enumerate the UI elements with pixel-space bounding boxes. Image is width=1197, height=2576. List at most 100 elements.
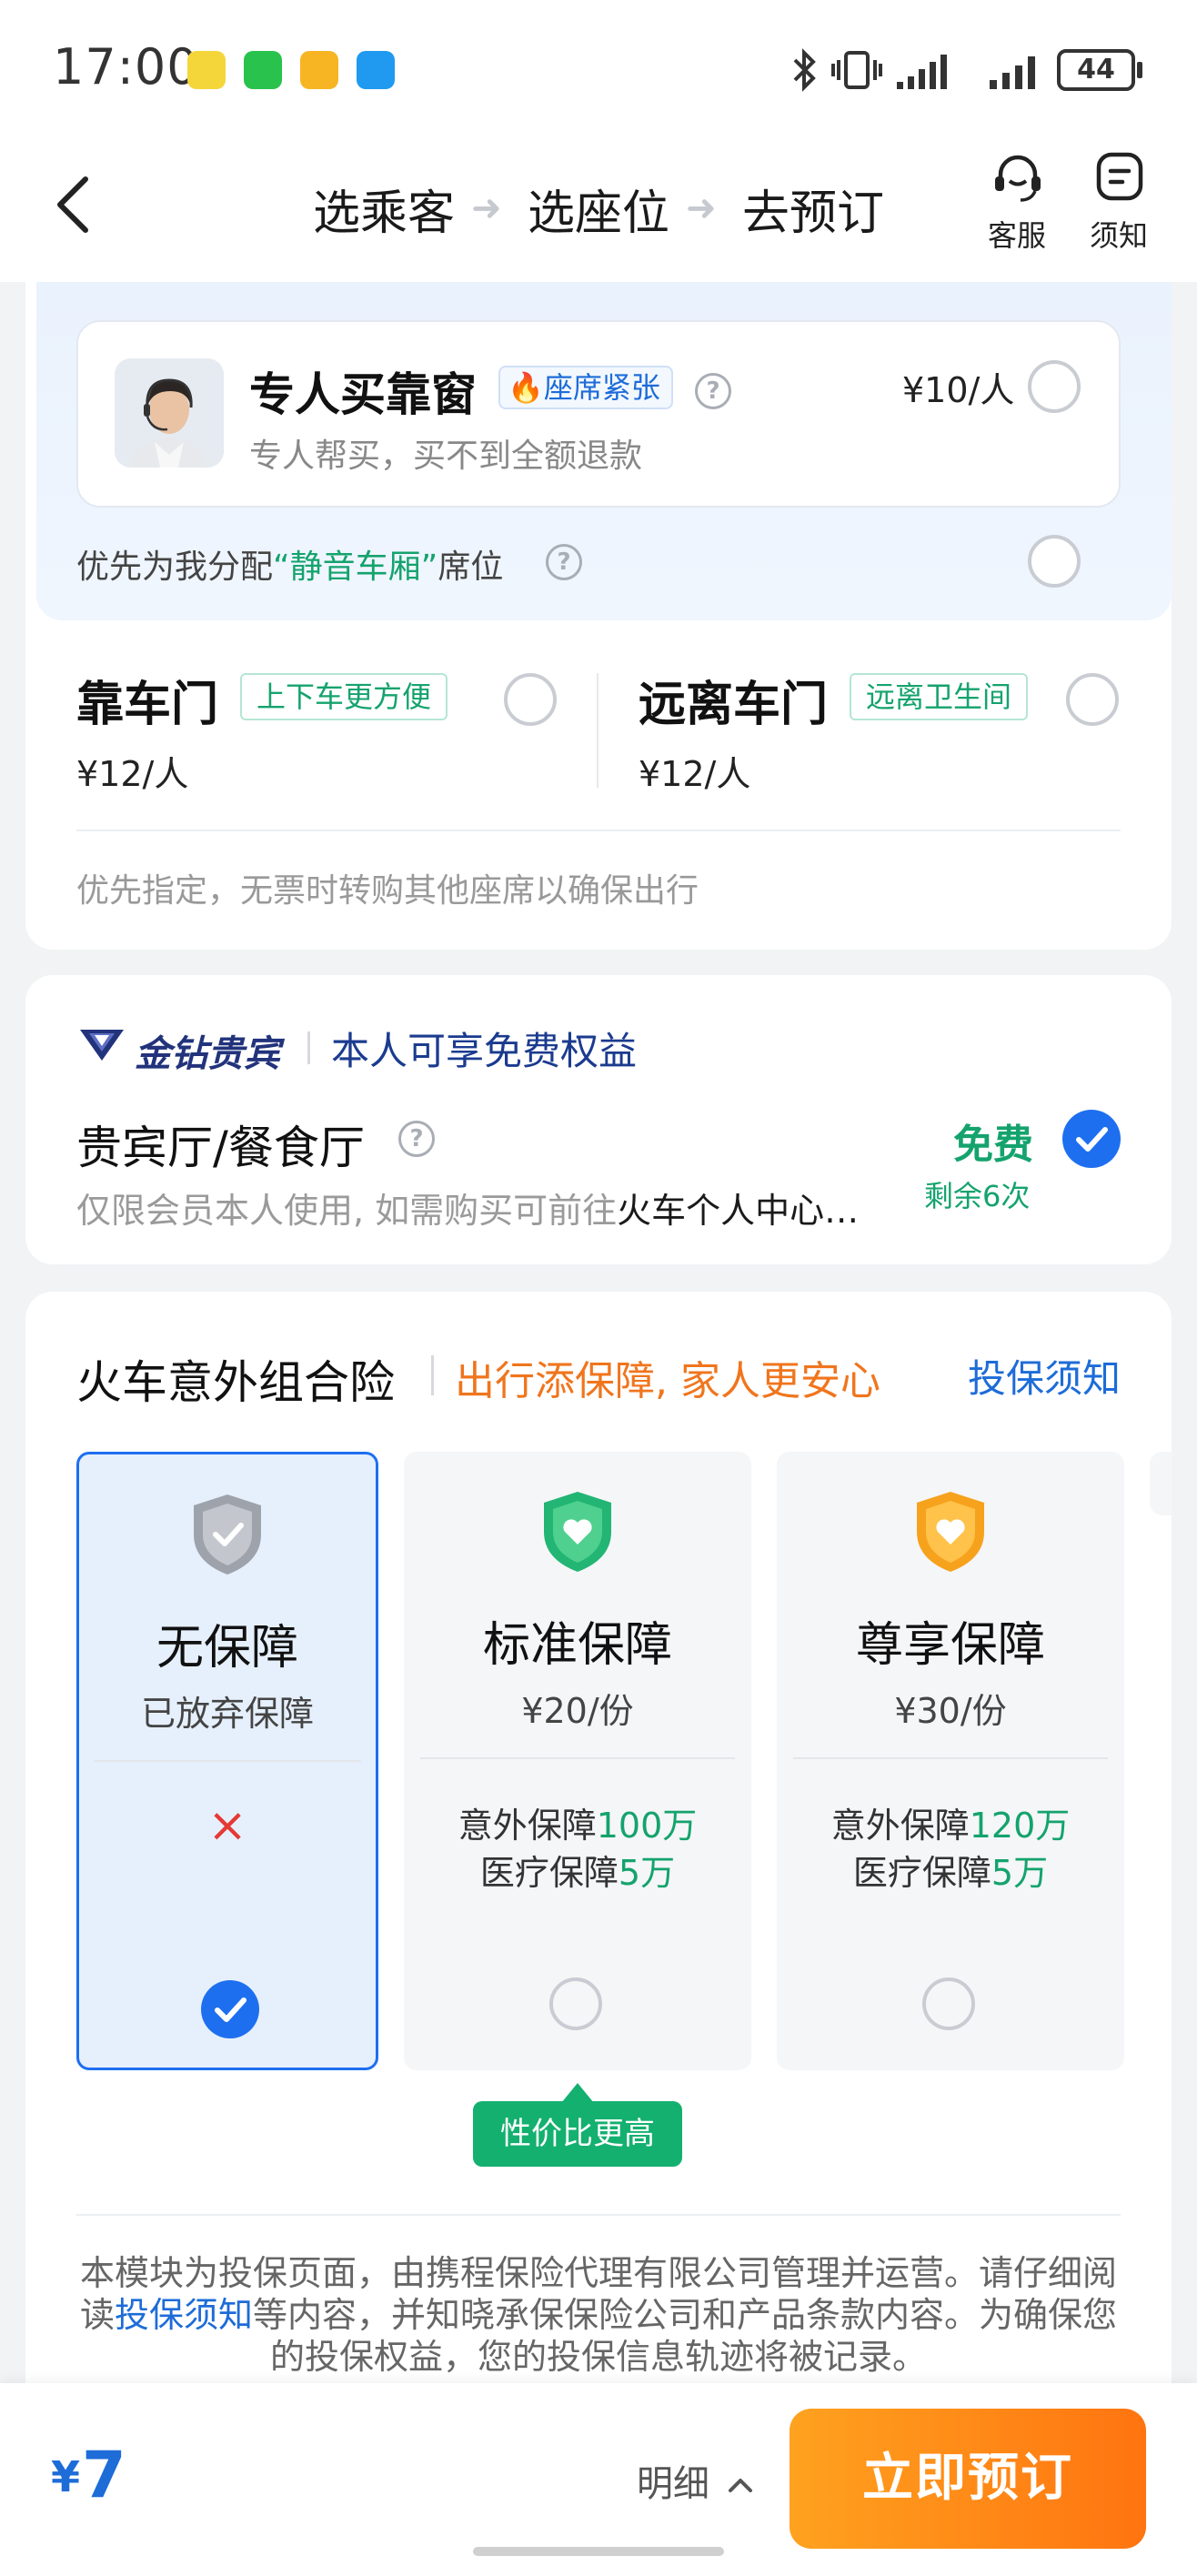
wechat-icon <box>244 51 282 89</box>
plan-none-subtitle: 已放弃保障 <box>140 1694 314 1734</box>
plan-standard-price: ¥20/份 <box>521 1691 634 1731</box>
divider <box>76 830 1121 831</box>
step-select-passenger: 选乘客 <box>313 186 456 241</box>
check-icon <box>215 1997 246 2022</box>
step-book: 去预订 <box>742 186 885 241</box>
plan-premium-name: 尊享保障 <box>855 1618 1045 1673</box>
back-arrow-icon[interactable] <box>51 168 96 241</box>
lounge-checkbox[interactable] <box>1062 1110 1121 1168</box>
help-icon[interactable]: ? <box>546 544 582 580</box>
step-arrow-icon: ➜ <box>686 187 717 229</box>
cartoon-app-icon <box>187 51 226 89</box>
battery-icon: 44 <box>1057 49 1135 91</box>
check-icon <box>1076 1127 1108 1152</box>
coverage-label: 意外保障 <box>458 1806 597 1846</box>
seat-tight-label: 座席紧张 <box>543 370 660 405</box>
far-door-tag: 远离卫生间 <box>850 673 1029 720</box>
diamond-icon <box>80 1030 124 1061</box>
mail-icon <box>300 51 338 89</box>
plan-next-peek <box>1150 1452 1172 1515</box>
plan-premium-accident-coverage: 意外保障120万 <box>777 1797 1124 1847</box>
notice-icon[interactable] <box>1095 151 1144 204</box>
battery-tip <box>1137 62 1142 78</box>
help-icon[interactable]: ? <box>398 1121 435 1157</box>
near-door-price: ¥12/人 <box>76 754 189 794</box>
coverage-label: 意外保障 <box>830 1806 970 1846</box>
book-now-button[interactable]: 立即预订 <box>790 2409 1146 2549</box>
coverage-label: 医疗保障 <box>852 1853 991 1893</box>
coverage-value: 100万 <box>596 1806 698 1846</box>
near-door-tag: 上下车更方便 <box>240 673 448 720</box>
price-detail-label: 明细 <box>637 2463 709 2505</box>
insurance-separator <box>431 1355 434 1395</box>
insurance-slogan: 出行添保障, 家人更安心 <box>455 1358 880 1404</box>
value-tag-pointer <box>561 2083 594 2103</box>
quiet-carriage-label: 优先为我分配“静音车厢”席位 <box>76 540 503 588</box>
chevron-up-icon <box>728 2479 752 2492</box>
no-coverage-icon: × <box>207 1798 247 1853</box>
lounge-subtitle: 仅限会员本人使用, 如需购买可前往火车个人中心… <box>76 1182 859 1233</box>
plan-divider <box>793 1757 1108 1759</box>
vip-brand-label: 金钻贵宾 <box>135 1033 280 1075</box>
step-select-seat: 选座位 <box>528 186 670 241</box>
best-value-tag: 性价比更高 <box>473 2101 682 2167</box>
quiet-carriage-radio[interactable] <box>1028 535 1081 588</box>
disclaimer-text: 等内容，并知晓承保保险公司和产品条款内容。为确保您的投保权益，您的投保信息轨迹将… <box>253 2295 1118 2377</box>
window-seat-agent-title: 专人买靠窗 <box>249 368 477 421</box>
coverage-label: 医疗保障 <box>479 1853 619 1893</box>
lounge-free-label: 免费 <box>953 1122 1033 1168</box>
plan-none-card[interactable]: 无保障 已放弃保障 × <box>76 1452 378 2070</box>
plan-standard-name: 标准保障 <box>482 1618 672 1673</box>
plan-standard-medical-coverage: 医疗保障5万 <box>404 1845 751 1895</box>
window-seat-agent-option[interactable] <box>76 320 1121 508</box>
window-seat-agent-radio[interactable] <box>1028 360 1081 413</box>
price-detail-button[interactable]: 明细 <box>637 2454 754 2507</box>
coverage-value: 5万 <box>991 1853 1049 1893</box>
vip-benefit-text: 本人可享免费权益 <box>331 1029 638 1073</box>
plan-standard-radio[interactable] <box>549 1977 602 2030</box>
orange-shield-icon <box>917 1492 984 1572</box>
window-seat-agent-price: ¥10/人 <box>902 370 1015 410</box>
plan-standard-accident-coverage: 意外保障100万 <box>404 1797 751 1847</box>
far-door-price: ¥12/人 <box>639 754 751 794</box>
headset-icon[interactable] <box>991 151 1044 204</box>
near-door-title: 靠车门 <box>76 678 219 732</box>
agent-avatar <box>115 358 224 468</box>
lounge-remaining: 剩余6次 <box>924 1179 1031 1213</box>
signal-icon <box>897 55 947 89</box>
quiet-carriage-prefix: 优先为我分配 <box>76 548 274 586</box>
green-shield-icon <box>544 1492 611 1572</box>
insurance-title: 火车意外组合险 <box>76 1356 395 1409</box>
seat-tight-badge: 🔥座席紧张 <box>498 366 673 409</box>
plan-standard-card[interactable]: 标准保障 ¥20/份 意外保障100万 医疗保障5万 <box>404 1452 751 2070</box>
notice-button[interactable]: 须知 <box>1090 213 1148 255</box>
divider <box>76 2214 1121 2216</box>
plan-none-name: 无保障 <box>156 1621 298 1675</box>
lounge-subtitle-link[interactable]: 火车个人中心… <box>617 1191 859 1231</box>
status-time: 17:00 <box>53 38 199 96</box>
coverage-value: 120万 <box>969 1806 1071 1846</box>
plan-none-radio[interactable] <box>201 1980 259 2038</box>
customer-service-button[interactable]: 客服 <box>988 213 1046 255</box>
insurance-disclaimer: 本模块为投保页面，由携程保险代理有限公司管理并运营。请仔细阅读投保须知等内容，并… <box>76 2252 1121 2378</box>
plan-divider <box>94 1760 361 1762</box>
disclaimer-notice-link[interactable]: 投保须知 <box>115 2295 253 2335</box>
fire-icon: 🔥 <box>508 370 544 405</box>
plan-premium-card[interactable]: 尊享保障 ¥30/份 意外保障120万 医疗保障5万 <box>777 1452 1124 2070</box>
far-door-title: 远离车门 <box>639 678 829 732</box>
bluetooth-icon <box>793 48 816 92</box>
near-door-radio[interactable] <box>504 673 557 726</box>
total-price: 7 <box>82 2438 126 2512</box>
plan-premium-radio[interactable] <box>922 1977 975 2030</box>
plan-premium-medical-coverage: 医疗保障5万 <box>777 1845 1124 1895</box>
step-arrow-icon: ➜ <box>471 187 502 229</box>
help-icon[interactable]: ? <box>695 373 731 409</box>
seat-preference-note: 优先指定，无票时转购其他座席以确保出行 <box>76 872 699 910</box>
plan-premium-price: ¥30/份 <box>894 1691 1007 1731</box>
insurance-notice-link[interactable]: 投保须知 <box>968 1348 1121 1404</box>
vibrate-icon <box>831 51 882 89</box>
coverage-value: 5万 <box>618 1853 676 1893</box>
door-options-divider <box>597 673 598 788</box>
far-door-radio[interactable] <box>1066 673 1119 726</box>
grey-shield-icon <box>194 1494 261 1575</box>
